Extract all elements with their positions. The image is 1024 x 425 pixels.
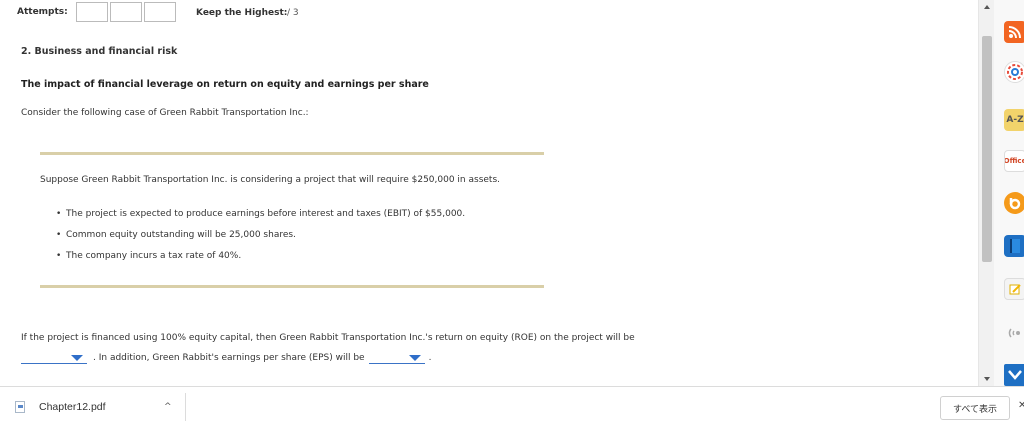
chevron-down-icon — [408, 354, 421, 361]
prompt-line-1: If the project is financed using 100% eq… — [21, 333, 635, 343]
attempt-box — [143, 2, 176, 22]
vertical-scrollbar[interactable] — [978, 0, 994, 386]
list-item: • Common equity outstanding will be 25,00… — [56, 230, 296, 240]
keep-highest-label: Keep the Highest: — [196, 8, 288, 18]
scroll-down-button[interactable] — [979, 372, 995, 386]
pdf-file-icon — [15, 401, 25, 413]
download-file-name: Chapter12.pdf — [39, 401, 106, 413]
book-icon[interactable] — [1004, 235, 1024, 257]
bullet-text: The project is expected to produce earni… — [66, 209, 466, 219]
scroll-up-button[interactable] — [979, 0, 995, 14]
eps-dropdown[interactable] — [368, 352, 425, 364]
case-text: Suppose Green Rabbit Transportation Inc.… — [40, 175, 501, 185]
keep-highest-value: / 3 — [287, 8, 299, 18]
side-dock: A-Z Office — [994, 0, 1024, 386]
prompt-end-text: . — [428, 353, 432, 363]
question-title: 2. Business and financial risk — [21, 46, 178, 57]
colorful-gear-icon[interactable] — [1004, 61, 1024, 83]
scroll-thumb[interactable] — [982, 36, 992, 262]
rss-icon[interactable] — [1004, 21, 1024, 43]
checkmark-icon[interactable] — [1004, 364, 1024, 386]
divider — [185, 393, 186, 421]
attempt-box — [75, 2, 108, 22]
close-icon[interactable]: ✕ — [1018, 400, 1024, 411]
prompt-mid-text: . In addition, Green Rabbit's earnings p… — [93, 353, 365, 363]
bullet-text: The company incurs a tax rate of 40%. — [66, 251, 242, 261]
attempt-boxes — [75, 2, 178, 22]
prompt-line-2: . In addition, Green Rabbit's earnings p… — [21, 352, 431, 364]
list-item: • The company incurs a tax rate of 40%. — [56, 251, 242, 261]
arrow-up-icon — [984, 5, 990, 9]
show-all-button[interactable]: すべて表示 — [940, 396, 1010, 420]
case-divider-bottom — [40, 285, 544, 288]
question-subtitle: The impact of financial leverage on retu… — [21, 79, 429, 90]
chevron-down-icon — [71, 354, 83, 361]
attempt-box — [109, 2, 142, 22]
question-panel: Attempts: Keep the Highest: / 3 2. Busin… — [0, 0, 978, 386]
case-bullet-list: • The project is expected to produce earn… — [56, 209, 465, 272]
arrow-down-icon — [984, 377, 990, 381]
list-item: • The project is expected to produce earn… — [56, 209, 466, 219]
roe-dropdown[interactable] — [21, 352, 87, 364]
bullet-text: Common equity outstanding will be 25,000… — [66, 230, 296, 240]
chevron-up-icon[interactable]: ^ — [164, 402, 172, 412]
download-shelf: Chapter12.pdf ^ すべて表示 ✕ — [0, 386, 1024, 425]
question-intro: Consider the following case of Green Rab… — [21, 108, 309, 118]
case-divider-top — [40, 152, 544, 155]
az-dictionary-icon[interactable]: A-Z — [1004, 109, 1024, 131]
orange-app-icon[interactable] — [1004, 192, 1024, 214]
note-icon[interactable] — [1004, 278, 1024, 300]
download-item[interactable]: Chapter12.pdf — [15, 401, 106, 413]
attempts-row: Attempts: — [17, 2, 178, 22]
attempts-label: Attempts: — [17, 7, 68, 17]
office-icon[interactable]: Office — [1004, 150, 1024, 172]
broadcast-icon[interactable] — [1004, 322, 1024, 344]
